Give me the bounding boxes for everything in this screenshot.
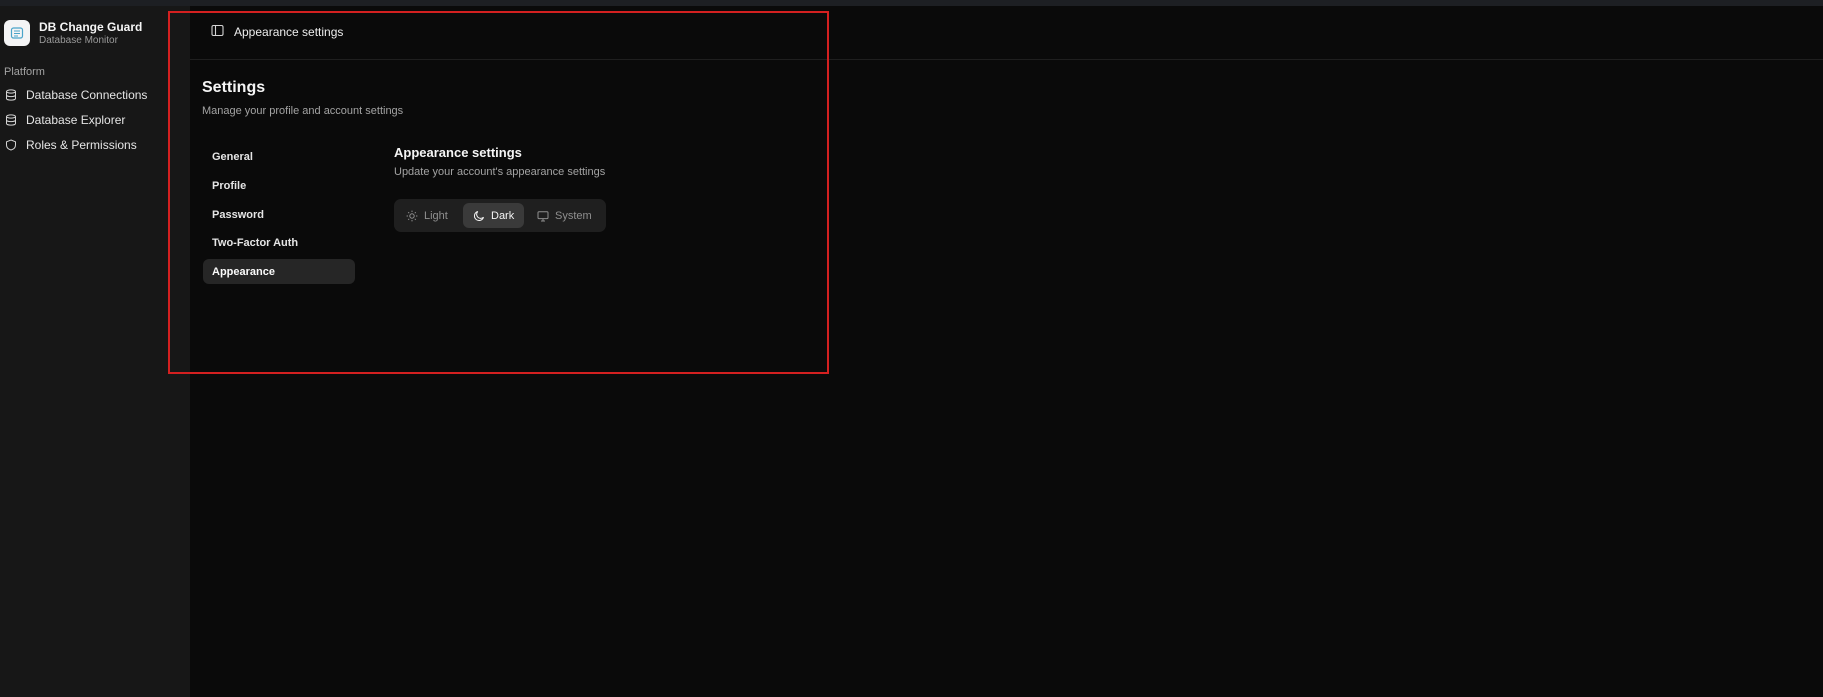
- appearance-toggle-group: Light Dark System: [394, 199, 606, 232]
- sun-icon: [406, 209, 419, 222]
- database-logo-icon: [4, 20, 30, 46]
- appearance-option-system[interactable]: System: [527, 203, 602, 228]
- page-subtitle: Manage your profile and account settings: [202, 105, 404, 117]
- settings-nav-password[interactable]: Password: [203, 202, 355, 227]
- section-subtitle: Update your account's appearance setting…: [394, 166, 606, 178]
- database-icon: [3, 112, 19, 128]
- sidebar-item-database-explorer[interactable]: Database Explorer: [3, 109, 183, 131]
- sidebar: DB Change Guard Database Monitor Platfor…: [0, 6, 190, 697]
- appearance-option-label: Light: [424, 209, 448, 222]
- sidebar-item-database-connections[interactable]: Database Connections: [3, 84, 183, 106]
- brand-name: DB Change Guard: [39, 20, 143, 34]
- settings-nav-general[interactable]: General: [203, 144, 355, 169]
- monitor-icon: [537, 209, 550, 222]
- brand-subtitle: Database Monitor: [39, 35, 118, 46]
- shield-icon: [3, 137, 19, 153]
- page-title: Settings: [202, 79, 266, 96]
- settings-nav-appearance[interactable]: Appearance: [203, 259, 355, 284]
- settings-nav-two-factor-auth[interactable]: Two-Factor Auth: [203, 230, 355, 255]
- main-content: Appearance settings Settings Manage your…: [190, 6, 1823, 697]
- appearance-option-light[interactable]: Light: [396, 203, 458, 228]
- moon-icon: [473, 209, 486, 222]
- appearance-option-label: System: [555, 209, 592, 222]
- sidebar-item-label: Roles & Permissions: [26, 138, 137, 152]
- sidebar-toggle-button[interactable]: [208, 24, 226, 42]
- sidebar-toggle-icon: [210, 24, 224, 42]
- settings-nav-profile[interactable]: Profile: [203, 173, 355, 198]
- appearance-option-dark[interactable]: Dark: [463, 203, 525, 228]
- brand[interactable]: DB Change Guard Database Monitor: [4, 20, 184, 54]
- page-header: Appearance settings: [190, 6, 1823, 60]
- appearance-option-label: Dark: [491, 209, 515, 222]
- sidebar-group-label: Platform: [4, 66, 45, 78]
- section-title: Appearance settings: [394, 145, 522, 160]
- sidebar-item-label: Database Connections: [26, 88, 148, 102]
- sidebar-item-label: Database Explorer: [26, 113, 126, 127]
- sidebar-item-roles-permissions[interactable]: Roles & Permissions: [3, 134, 183, 156]
- database-icon: [3, 87, 19, 103]
- header-title: Appearance settings: [234, 25, 344, 39]
